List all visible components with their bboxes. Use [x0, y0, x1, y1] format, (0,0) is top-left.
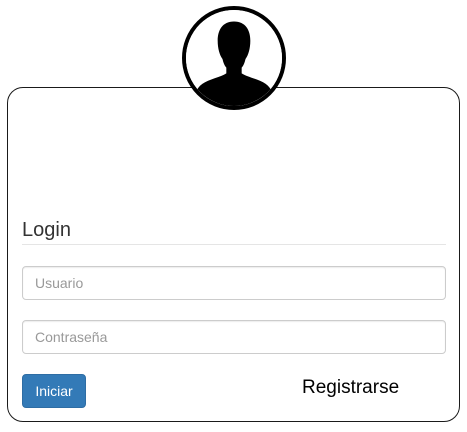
password-input[interactable]	[22, 320, 446, 354]
username-input[interactable]	[22, 266, 446, 300]
user-avatar	[182, 6, 286, 110]
title-divider	[22, 244, 446, 245]
login-card	[7, 87, 460, 422]
login-title: Login	[22, 219, 71, 241]
login-button[interactable]: Iniciar	[22, 374, 86, 408]
register-link[interactable]: Registrarse	[302, 376, 399, 400]
user-silhouette-icon	[186, 10, 282, 106]
